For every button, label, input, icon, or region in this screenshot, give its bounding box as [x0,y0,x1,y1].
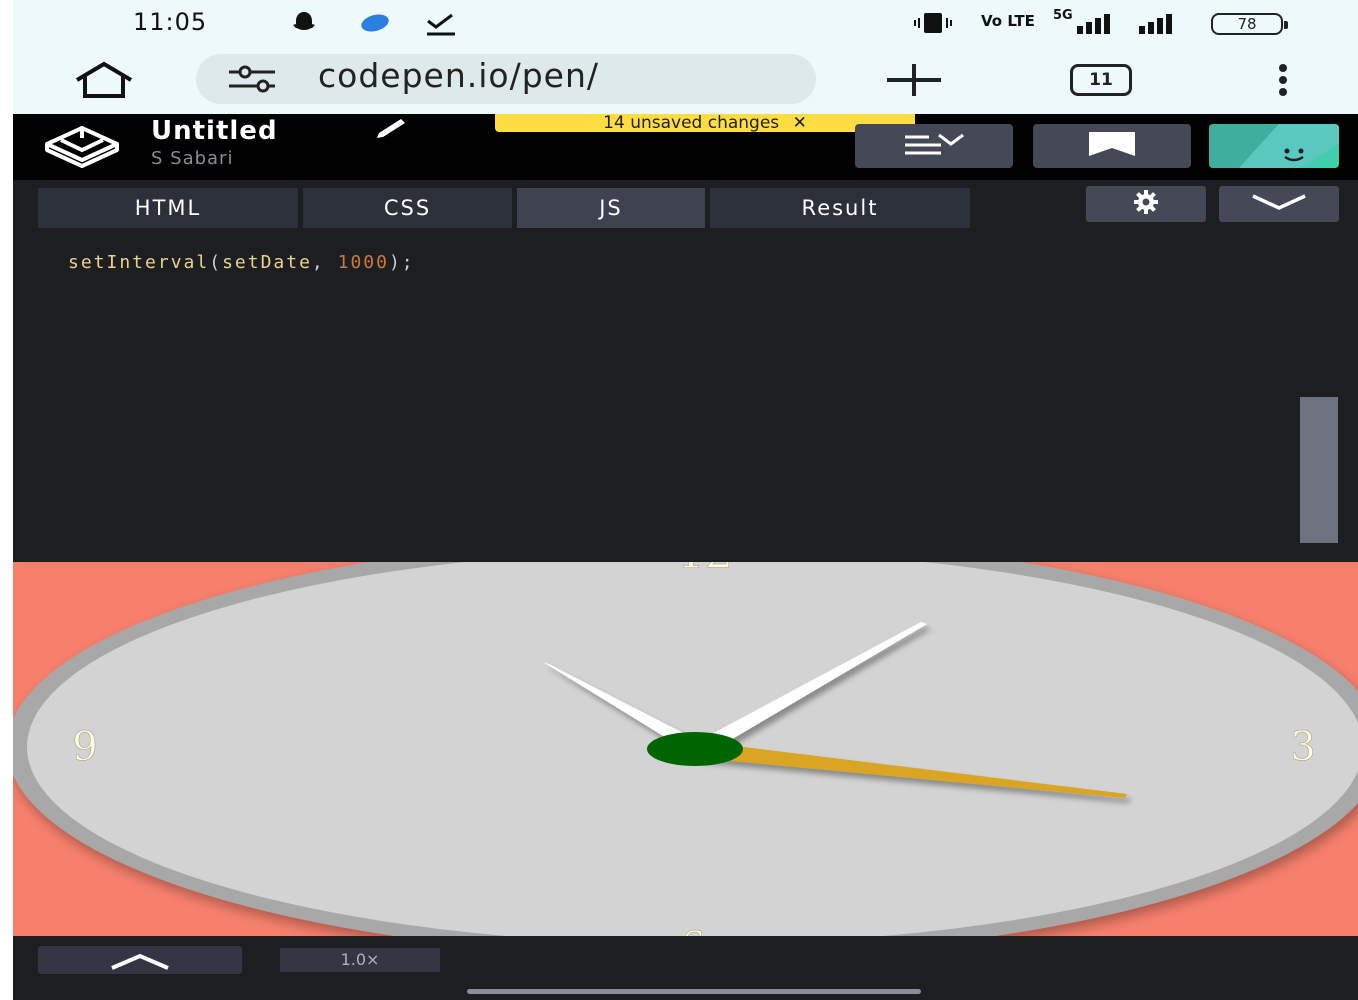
editor-settings-button[interactable] [1086,186,1206,222]
result-preview: 12 3 9 6 [13,562,1358,936]
site-settings-icon[interactable] [223,64,283,98]
expand-console-button[interactable] [38,946,242,974]
editor-scrollbar[interactable] [1300,397,1338,543]
status-bar: 11:05 Vo LTE 5G 78 [13,0,1358,48]
codepen-logo-icon[interactable] [41,124,123,172]
code-fn: setInterval [68,252,210,273]
numeral-3: 3 [1290,724,1315,770]
tab-html[interactable]: HTML [38,188,298,228]
numeral-12: 12 [677,562,733,579]
tab-css[interactable]: CSS [303,188,512,228]
tab-result[interactable]: Result [710,188,970,228]
chat-bubble-icon [357,8,393,38]
unsaved-changes-badge[interactable]: 14 unsaved changes ✕ [495,114,915,132]
vibrate-icon [911,8,955,38]
clock: 12 3 9 6 [13,562,1358,936]
more-icon[interactable] [1271,62,1295,102]
phone-screen: 11:05 Vo LTE 5G 78 codepen.io/pen/ 11 Un… [13,0,1358,1000]
tab-switcher-button[interactable]: 11 [1070,64,1132,96]
pencil-icon[interactable] [371,116,413,148]
code-sep: , [311,252,338,273]
home-indicator[interactable] [467,989,921,994]
network-5g: 5G [1053,8,1073,23]
clock-center [647,732,743,766]
code-close: ); [388,252,415,273]
code-num: 1000 [337,252,389,273]
network-lte: Vo LTE [981,12,1035,30]
home-icon[interactable] [69,60,139,104]
editor-collapse-button[interactable] [1219,186,1339,222]
unsaved-changes-text: 14 unsaved changes [603,113,780,133]
gear-icon [1131,189,1161,219]
pen-author[interactable]: S Sabari [151,148,233,169]
browser-toolbar: codepen.io/pen/ 11 [13,48,1358,114]
signal-icon [1075,8,1195,38]
codepen-header: Untitled S Sabari 14 unsaved changes ✕ [13,114,1358,180]
zoom-button[interactable]: 1.0× [280,948,440,972]
code-line[interactable]: setInterval(setDate, 1000); [68,252,415,273]
url-text[interactable]: codepen.io/pen/ [318,56,599,95]
numeral-9: 9 [72,724,97,770]
status-time: 11:05 [133,8,208,36]
tab-js[interactable]: JS [517,188,705,228]
close-icon[interactable]: ✕ [793,113,807,133]
download-done-icon [423,8,459,38]
chevron-up-icon [108,950,172,974]
layout-button[interactable] [855,124,1013,168]
numeral-6: 6 [680,924,705,936]
pen-title[interactable]: Untitled [151,116,278,146]
bookmark-button[interactable] [1033,124,1191,168]
chevron-down-icon [1249,192,1309,216]
code-open: ( [209,252,223,273]
avatar[interactable] [1209,124,1339,168]
bottom-bar: 1.0× [13,936,1358,1000]
code-arg: setDate [222,252,312,273]
battery-indicator: 78 [1211,13,1288,35]
layout-icon [899,129,969,163]
snapchat-icon [287,8,321,38]
js-editor: HTML CSS JS Result setInterval(setDate, … [13,180,1358,562]
bookmark-icon [1085,130,1139,162]
new-tab-icon[interactable] [881,62,947,102]
